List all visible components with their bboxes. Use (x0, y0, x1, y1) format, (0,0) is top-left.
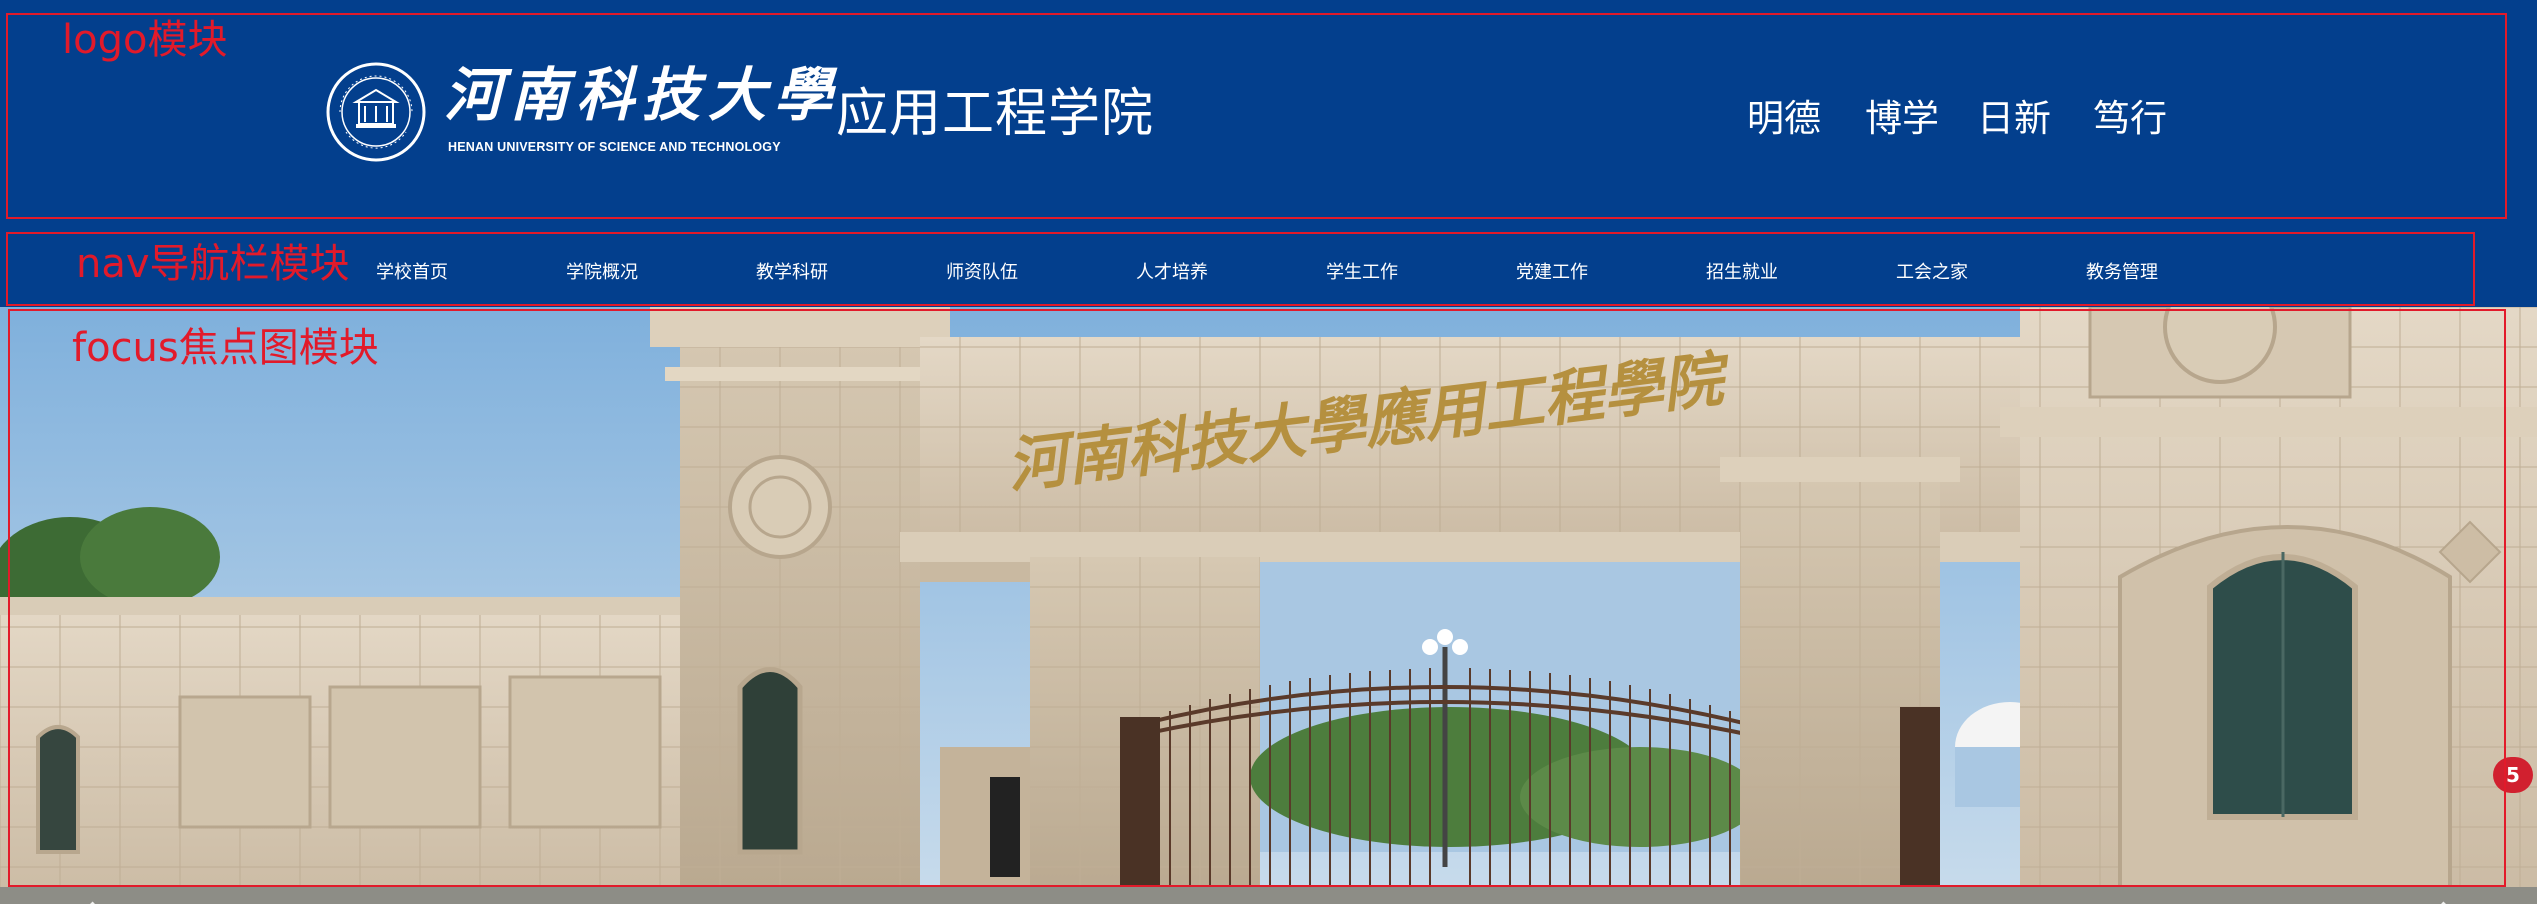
university-emblem-icon[interactable] (326, 62, 426, 162)
nav-item-student[interactable]: 学生工作 (1326, 258, 1398, 284)
nav-item-party[interactable]: 党建工作 (1516, 258, 1588, 284)
nav-item-overview[interactable]: 学院概况 (566, 258, 638, 284)
nav-item-research[interactable]: 教学科研 (756, 258, 828, 284)
focus-module-label: focus焦点图模块 (72, 325, 379, 371)
logo-module-label: logo模块 (62, 17, 228, 63)
school-name-chinese[interactable]: 河南科技大學 (444, 66, 840, 124)
chevron-right-icon[interactable] (2432, 897, 2472, 904)
nav-item-faculty[interactable]: 师资队伍 (946, 258, 1018, 284)
nav-item-talent[interactable]: 人才培养 (1136, 258, 1208, 284)
nav-item-home[interactable]: 学校首页 (376, 258, 448, 284)
motto-word-2: 博学 (1865, 97, 1939, 140)
banner-image-gate: 河南科技大學應用工程學院 (0, 307, 2537, 904)
motto-word-1: 明德 (1747, 97, 1821, 140)
motto-word-4: 笃行 (2093, 97, 2167, 140)
nav-module-label: nav导航栏模块 (76, 241, 350, 287)
nav-item-admission[interactable]: 招生就业 (1706, 258, 1778, 284)
side-float-badge[interactable]: 5 (2493, 757, 2533, 793)
focus-banner[interactable]: 河南科技大學應用工程學院 (0, 307, 2537, 904)
school-name-english: HENAN UNIVERSITY OF SCIENCE AND TECHNOLO… (448, 140, 781, 154)
college-name[interactable]: 应用工程学院 (836, 88, 1154, 140)
nav-item-academic[interactable]: 教务管理 (2086, 258, 2158, 284)
nav-item-union[interactable]: 工会之家 (1896, 258, 1968, 284)
chevron-left-icon[interactable] (64, 897, 104, 904)
motto-word-3: 日新 (1977, 97, 2051, 140)
header-logo-section: 河南科技大學 HENAN UNIVERSITY OF SCIENCE AND T… (0, 0, 2537, 232)
